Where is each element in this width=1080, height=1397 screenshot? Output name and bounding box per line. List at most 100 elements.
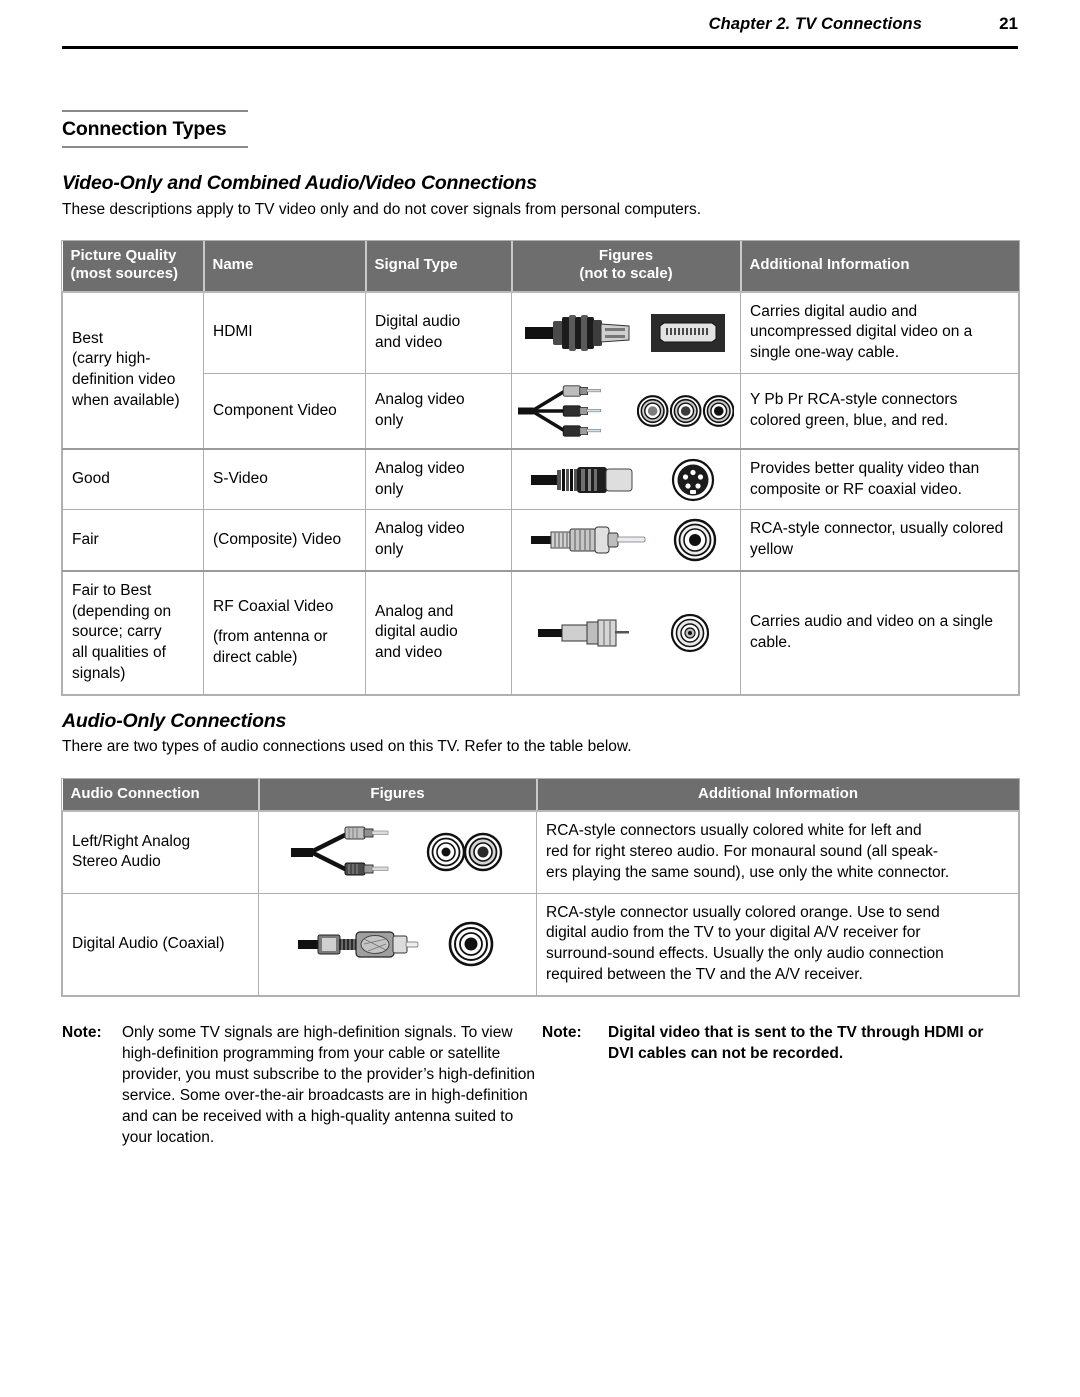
- table-row: Best (carry high- definition video when …: [62, 291, 1019, 450]
- rca-jack: [669, 395, 702, 427]
- note-left: Note: Only some TV signals are high-defi…: [62, 1022, 542, 1148]
- audio-section-subtitle: Audio-Only Connections: [62, 710, 287, 732]
- cell-name: S-Video: [203, 447, 366, 511]
- hdmi-cable-icon: [525, 314, 630, 351]
- column-header-additional-information: Additional Information: [536, 779, 1019, 813]
- cell-picture-quality: Fair to Best (depending on source; carry…: [62, 569, 204, 695]
- cell-picture-quality: Good: [62, 447, 204, 511]
- column-header-signal-type: Signal Type: [365, 241, 513, 293]
- column-header-name: Name: [203, 241, 367, 293]
- s-video-cable-icon: [531, 466, 633, 493]
- rca-jack: [463, 833, 502, 872]
- page-title: Connection Types: [62, 118, 227, 140]
- rca-plug: [344, 862, 388, 876]
- chapter-title: Chapter 2. TV Connections: [708, 15, 922, 33]
- cell-figure-digital-coaxial: [258, 892, 537, 996]
- cell-figure-hdmi: [511, 291, 741, 374]
- cell-figure-rf-coaxial: [511, 569, 741, 695]
- composite-rca-cable-icon: [531, 526, 646, 554]
- stereo-audio-figure: [265, 822, 530, 882]
- table-row: Digital Audio (Coaxial) RCA-style connec…: [62, 892, 1019, 996]
- column-header-picture-quality: Picture Quality (most sources): [62, 241, 205, 293]
- document-page: Chapter 2. TV Connections 21 Connection …: [0, 0, 1080, 1397]
- rca-jack: [636, 395, 669, 427]
- cell-figure-composite: [511, 509, 741, 572]
- running-head: Chapter 2. TV Connections 21: [62, 14, 1018, 34]
- video-section-intro: These descriptions apply to TV video onl…: [62, 201, 701, 218]
- cell-figure-svideo: [511, 447, 741, 511]
- rca-plug: [344, 826, 388, 840]
- cell-signal-type: Analog video only: [365, 447, 512, 511]
- table-row: Fair (Composite) Video Analog video only: [62, 509, 1019, 572]
- cell-signal-type: Analog video only: [365, 509, 512, 572]
- cell-additional-information: RCA-style connectors usually colored whi…: [536, 810, 1019, 894]
- note-label: Note:: [62, 1024, 102, 1041]
- digital-coaxial-figure: [265, 920, 530, 968]
- stereo-rca-cable-icon: [290, 826, 388, 876]
- composite-video-figure: [518, 517, 734, 563]
- hdmi-port-icon: [651, 313, 725, 352]
- cell-name: (Composite) Video: [203, 509, 366, 572]
- s-video-figure: [518, 457, 734, 503]
- cell-figure-stereo-audio: [258, 810, 537, 894]
- column-header-audio-connection: Audio Connection: [62, 779, 260, 813]
- cell-figure-component: [511, 372, 741, 450]
- page-number: 21: [999, 14, 1018, 33]
- cell-picture-quality: Best (carry high- definition video when …: [62, 291, 204, 450]
- composite-rca-jack-icon: [673, 518, 717, 562]
- cell-picture-quality: Fair: [62, 509, 204, 572]
- audio-section-intro: There are two types of audio connections…: [62, 738, 632, 755]
- note-right: Note: Digital video that is sent to the …: [542, 1022, 1012, 1148]
- digital-coaxial-jack-icon: [448, 921, 493, 967]
- video-section-subtitle: Video-Only and Combined Audio/Video Conn…: [62, 172, 537, 194]
- heading-rule-bottom: [62, 146, 248, 148]
- cell-additional-information: RCA-style connector, usually colored yel…: [740, 509, 1019, 572]
- column-header-additional-information: Additional Information: [740, 241, 1019, 293]
- cell-audio-connection: Left/Right Analog Stereo Audio: [62, 810, 259, 894]
- notes-section: Note: Only some TV signals are high-defi…: [62, 1022, 1018, 1148]
- table-header-row: Picture Quality (most sources) Name Sign…: [62, 241, 1019, 293]
- cell-name: RF Coaxial Video (from antenna or direct…: [203, 569, 366, 695]
- header-line-2: (most sources): [70, 265, 179, 283]
- note-label: Note:: [542, 1024, 582, 1041]
- s-video-jack-icon: [671, 458, 715, 501]
- cell-additional-information: Carries digital audio and uncompressed d…: [740, 291, 1019, 374]
- cell-name: HDMI: [203, 291, 366, 374]
- cell-signal-type: Analog and digital audio and video: [365, 569, 512, 695]
- column-header-figures: Figures (not to scale): [511, 241, 742, 293]
- table-row: Good S-Video Analog video only Provides …: [62, 447, 1019, 511]
- header-line-2: (not to scale): [579, 265, 673, 283]
- header-rule: [62, 46, 1018, 49]
- video-connections-table: Picture Quality (most sources) Name Sign…: [62, 241, 1019, 695]
- cell-additional-information: RCA-style connector usually colored oran…: [536, 892, 1019, 996]
- rca-plug: [562, 425, 601, 437]
- quality-label: Best: [72, 329, 104, 347]
- table-row: Left/Right Analog Stereo Audio RCA-style…: [62, 810, 1019, 894]
- hdmi-figure: [518, 310, 734, 356]
- rca-jack: [426, 833, 465, 872]
- cell-additional-information: Y Pb Pr RCA-style connectors colored gre…: [740, 372, 1019, 450]
- rf-coaxial-cable-icon: [538, 619, 629, 647]
- table-row: Component Video Analog video only Y Pb P…: [63, 372, 1019, 450]
- component-video-figure: [518, 378, 734, 444]
- rca-plug: [562, 405, 601, 417]
- column-header-figures: Figures: [258, 779, 538, 813]
- note-text: Digital video that is sent to the TV thr…: [608, 1024, 984, 1062]
- table-header-row: Audio Connection Figures Additional Info…: [62, 779, 1019, 813]
- cell-additional-information: Provides better quality video than compo…: [740, 447, 1019, 511]
- cell-additional-information: Carries audio and video on a single cabl…: [740, 569, 1019, 695]
- header-line-1: Picture Quality: [70, 247, 177, 264]
- audio-connections-table: Audio Connection Figures Additional Info…: [62, 779, 1019, 996]
- stereo-audio-jacks-icon: [426, 833, 502, 872]
- rf-coaxial-jack-icon: [670, 613, 710, 652]
- cell-name: Component Video: [203, 372, 366, 450]
- cell-audio-connection: Digital Audio (Coaxial): [62, 892, 259, 996]
- section-heading-block: Connection Types: [62, 110, 248, 148]
- cell-signal-type: Analog video only: [365, 372, 512, 450]
- rca-jack: [702, 395, 734, 427]
- rf-coaxial-figure: [518, 611, 734, 655]
- component-video-cable-icon: [518, 385, 601, 437]
- component-video-jacks-icon: [636, 395, 734, 427]
- digital-coaxial-cable-icon: [297, 931, 418, 958]
- header-line-1: Figures: [598, 247, 654, 264]
